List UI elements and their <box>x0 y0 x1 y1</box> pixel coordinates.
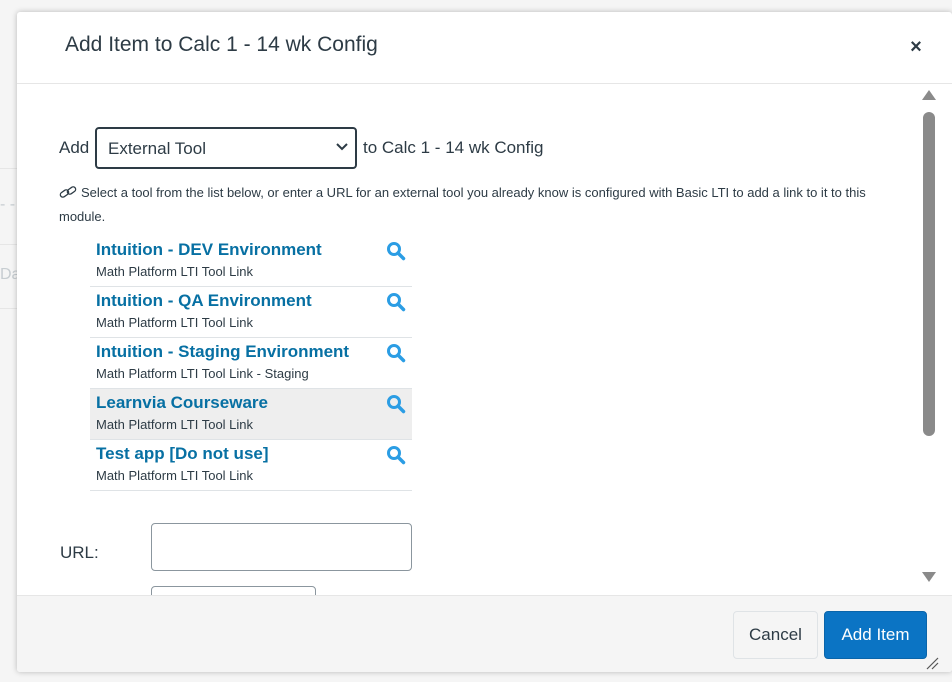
search-icon[interactable] <box>386 241 406 261</box>
url-input[interactable] <box>151 523 412 571</box>
dialog-header: Add Item to Calc 1 - 14 wk Config × <box>17 12 952 84</box>
resize-handle-icon[interactable] <box>925 656 939 670</box>
tool-list-item[interactable]: Intuition - QA Environment Math Platform … <box>90 287 412 338</box>
tool-list: Intuition - DEV Environment Math Platform… <box>90 236 412 491</box>
tool-name[interactable]: Learnvia Courseware <box>96 393 268 413</box>
tool-list-item[interactable]: Test app [Do not use] Math Platform LTI T… <box>90 440 412 491</box>
tool-description: Math Platform LTI Tool Link - Staging <box>96 366 309 381</box>
tool-list-item[interactable]: Learnvia Courseware Math Platform LTI Too… <box>90 389 412 440</box>
tool-list-item[interactable]: Intuition - Staging Environment Math Plat… <box>90 338 412 389</box>
tool-name[interactable]: Intuition - QA Environment <box>96 291 312 311</box>
tool-description: Math Platform LTI Tool Link <box>96 315 254 330</box>
tool-name[interactable]: Test app [Do not use] <box>96 444 269 464</box>
url-label: URL: <box>60 543 99 562</box>
dialog-title: Add Item to Calc 1 - 14 wk Config <box>65 33 378 56</box>
cancel-button[interactable]: Cancel <box>733 611 818 659</box>
add-label: Add <box>59 138 90 157</box>
tool-list-item[interactable]: Intuition - DEV Environment Math Platform… <box>90 236 412 287</box>
item-type-selected-value: External Tool <box>108 139 206 158</box>
dialog-scrollbar[interactable] <box>918 90 940 588</box>
scrollbar-thumb[interactable] <box>923 112 935 436</box>
target-module-label: to Calc 1 - 14 wk Config <box>363 138 544 157</box>
search-icon[interactable] <box>386 445 406 465</box>
tool-description: Math Platform LTI Tool Link <box>96 264 254 279</box>
tool-name[interactable]: Intuition - DEV Environment <box>96 240 322 260</box>
background-divider <box>0 244 18 245</box>
add-item-dialog: Add Item to Calc 1 - 14 wk Config × Add … <box>17 12 952 672</box>
tool-name[interactable]: Intuition - Staging Environment <box>96 342 349 362</box>
scroll-down-arrow-icon[interactable] <box>922 572 936 582</box>
item-type-select[interactable]: External Tool <box>95 127 357 169</box>
search-icon[interactable] <box>386 343 406 363</box>
scroll-up-arrow-icon[interactable] <box>922 90 936 100</box>
help-text: Select a tool from the list below, or en… <box>59 181 879 229</box>
link-icon <box>59 186 77 198</box>
dialog-footer: Cancel Add Item <box>17 595 952 672</box>
background-text-fragment: - - <box>0 196 16 213</box>
close-icon[interactable]: × <box>905 36 927 58</box>
help-text-content: Select a tool from the list below, or en… <box>59 185 866 224</box>
page-name-input[interactable] <box>151 586 316 595</box>
chevron-down-icon <box>336 143 348 151</box>
tool-description: Math Platform LTI Tool Link <box>96 417 254 432</box>
search-icon[interactable] <box>386 292 406 312</box>
dialog-body: Add External Tool to Calc 1 - 14 wk Conf… <box>17 85 952 595</box>
tool-description: Math Platform LTI Tool Link <box>96 468 254 483</box>
background-divider <box>0 308 18 309</box>
background-divider <box>0 168 18 169</box>
search-icon[interactable] <box>386 394 406 414</box>
add-item-button[interactable]: Add Item <box>824 611 927 659</box>
